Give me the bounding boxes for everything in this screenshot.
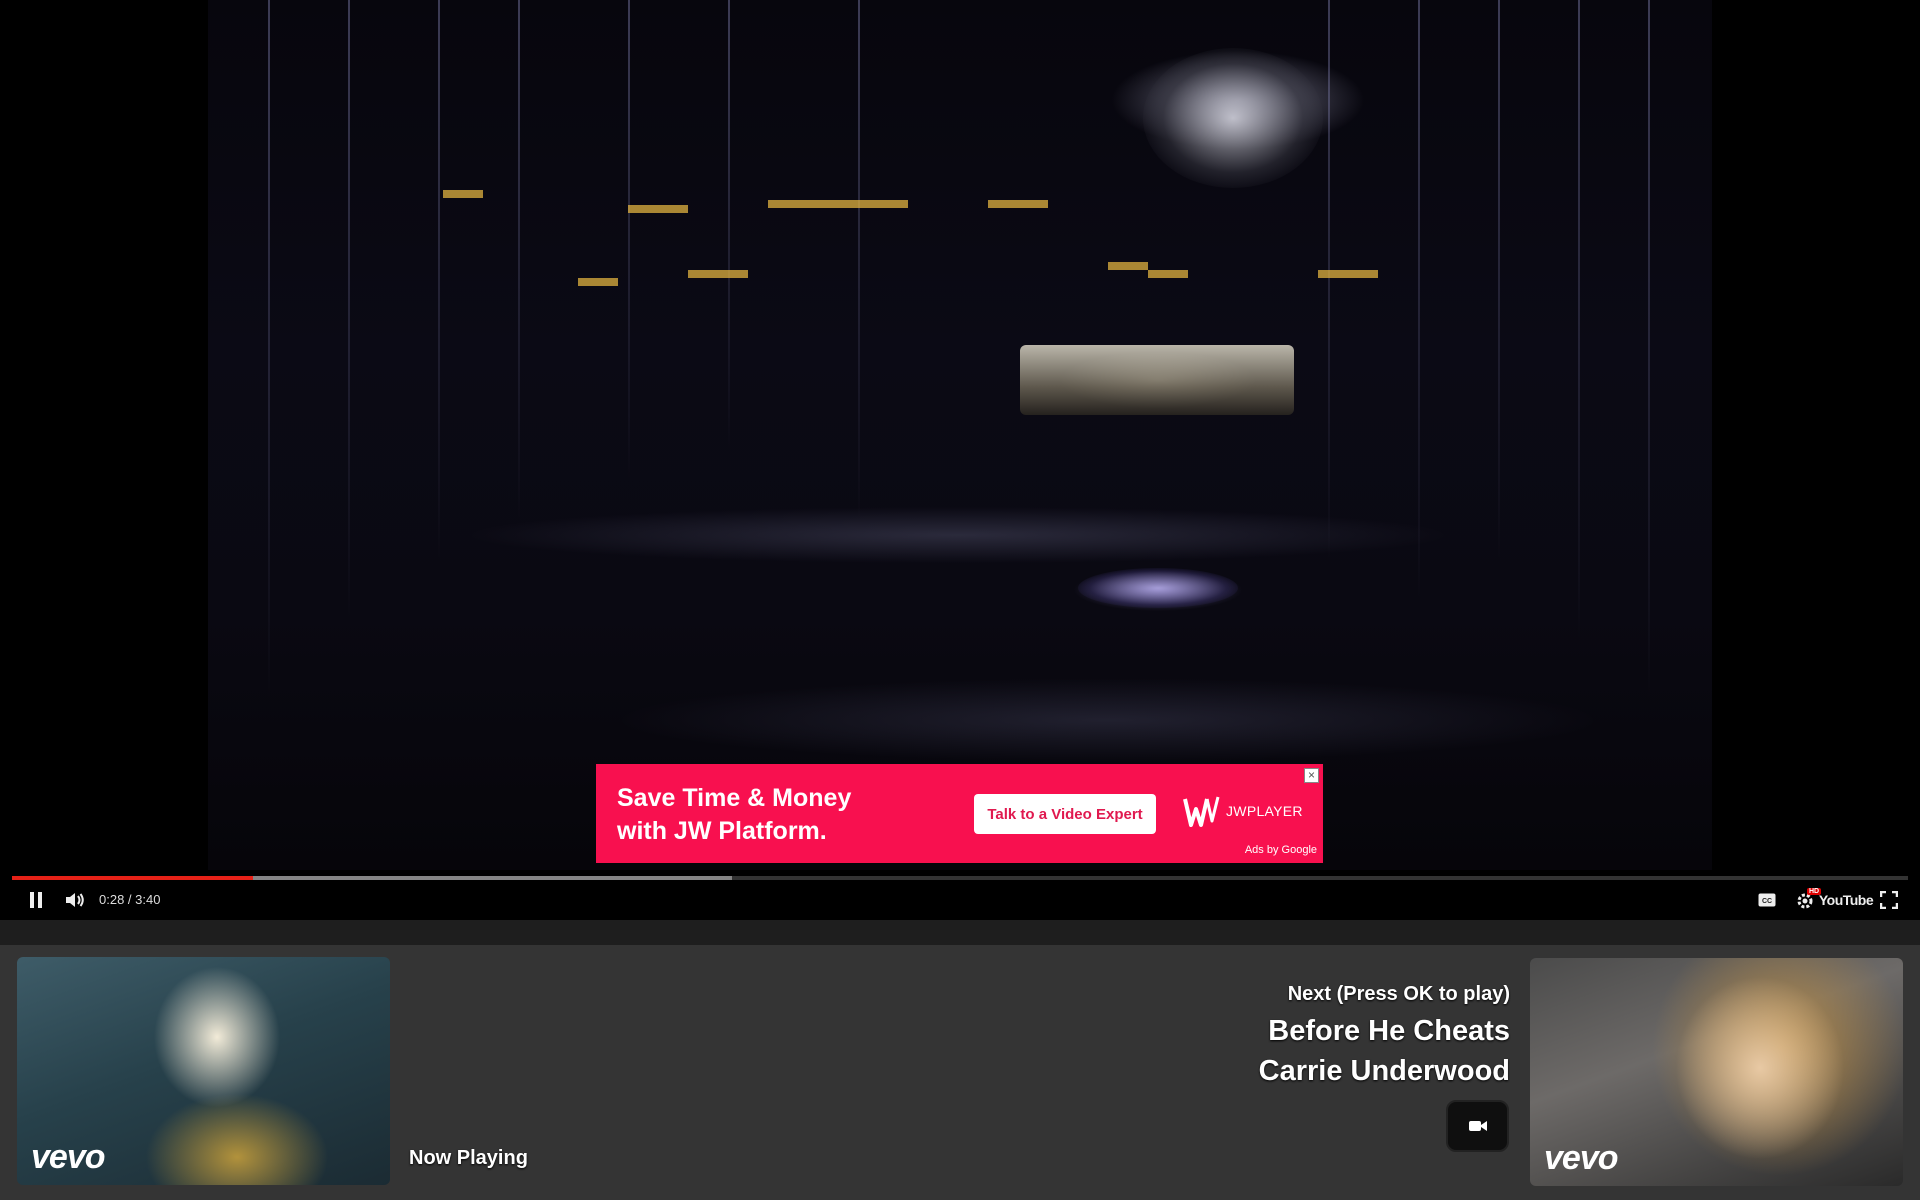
now-playing-label: Now Playing: [409, 1147, 528, 1169]
fullscreen-button[interactable]: [1878, 888, 1900, 912]
endscreen-panel: vevo Now Playing Next (Press OK to play)…: [0, 945, 1920, 1200]
ad-headline-line2: with JW Platform.: [617, 817, 827, 845]
jwplayer-logo-icon: [1183, 796, 1220, 827]
next-title[interactable]: Before He Cheats: [1268, 1015, 1510, 1048]
ad-cta-button[interactable]: Talk to a Video Expert: [974, 794, 1156, 834]
vevo-logo: vevo: [31, 1138, 105, 1176]
video-frame: [208, 0, 1712, 870]
next-artist[interactable]: Carrie Underwood: [1259, 1055, 1510, 1088]
center-screen: [1020, 345, 1294, 415]
fullscreen-icon: [1880, 891, 1898, 909]
ad-headline-line1: Save Time & Money: [617, 784, 852, 812]
time-display: 0:28 / 3:40: [99, 892, 161, 907]
ad-headline: Save Time & Money with JW Platform.: [617, 782, 917, 848]
ad-banner[interactable]: Save Time & Money with JW Platform. Talk…: [596, 764, 1323, 863]
player-controls: 0:28 / 3:40 CC HD YouTube: [0, 880, 1920, 920]
svg-text:CC: CC: [1762, 898, 1772, 905]
youtube-button[interactable]: YouTube: [1819, 888, 1874, 912]
captions-icon: CC: [1758, 893, 1776, 907]
pause-button[interactable]: [24, 888, 48, 912]
play-next-button[interactable]: [1446, 1100, 1509, 1152]
next-video-thumbnail[interactable]: vevo: [1530, 958, 1903, 1186]
next-label: Next (Press OK to play): [1287, 983, 1510, 1005]
video-area[interactable]: Save Time & Money with JW Platform. Talk…: [0, 0, 1920, 920]
overhead-screen: [1143, 48, 1323, 188]
vevo-logo: vevo: [1544, 1139, 1618, 1177]
captions-button[interactable]: CC: [1756, 888, 1778, 912]
volume-button[interactable]: [62, 888, 88, 912]
ad-logo-text: JWPLAYER: [1226, 803, 1303, 819]
volume-icon: [66, 893, 84, 907]
pause-icon: [30, 892, 42, 908]
stage: [1078, 568, 1238, 608]
ad-close-button[interactable]: ×: [1304, 768, 1319, 783]
video-camera-icon: [1468, 1121, 1487, 1131]
settings-button[interactable]: HD: [1792, 888, 1822, 912]
bottom-panel: vevo Now Playing Next (Press OK to play)…: [0, 920, 1920, 1200]
ad-attribution[interactable]: Ads by Google: [1245, 844, 1317, 856]
ad-logo[interactable]: JWPLAYER: [1182, 788, 1314, 834]
now-playing-thumbnail[interactable]: vevo: [17, 957, 390, 1185]
